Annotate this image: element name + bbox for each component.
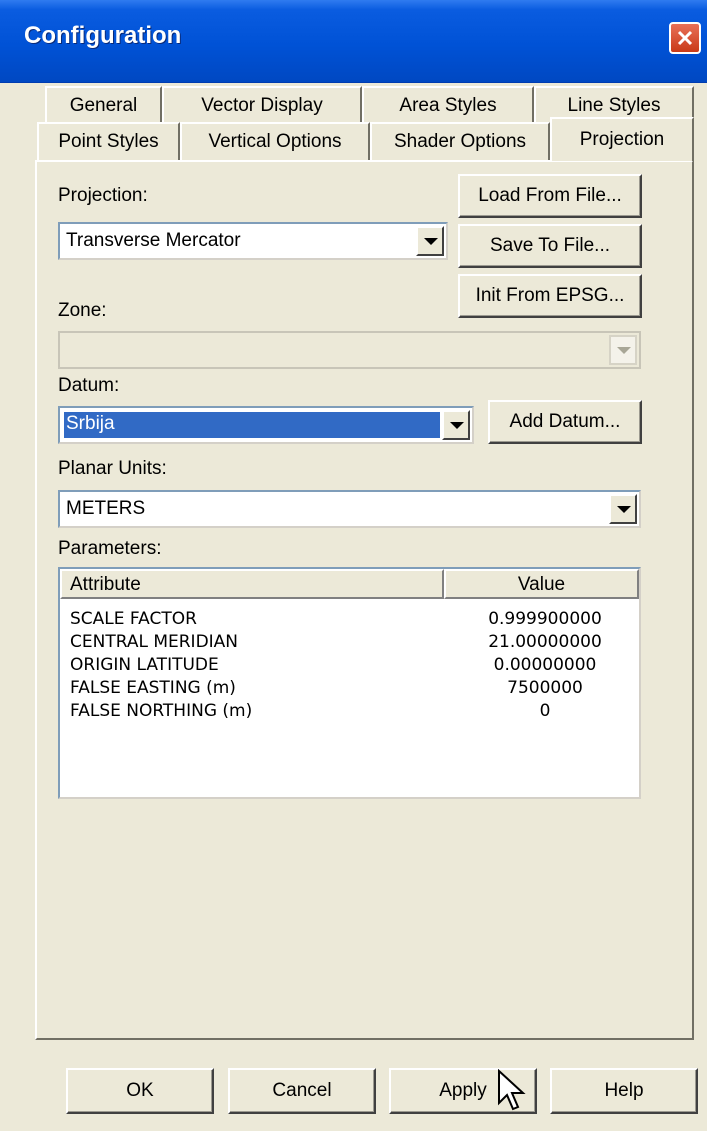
column-header-value[interactable]: Value <box>444 569 639 599</box>
tab-projection[interactable]: Projection <box>550 117 694 161</box>
projection-value: Transverse Mercator <box>66 230 241 251</box>
chevron-down-icon <box>609 335 637 365</box>
datum-label: Datum: <box>58 375 120 396</box>
planar-units-label: Planar Units: <box>58 458 167 479</box>
table-row[interactable]: SCALE FACTOR 0.999900000 <box>60 609 639 633</box>
datum-value: Srbija <box>66 413 115 434</box>
save-to-file-button[interactable]: Save To File... <box>458 224 642 268</box>
datum-selection-highlight: Srbija <box>64 412 440 438</box>
cancel-button[interactable]: Cancel <box>228 1068 376 1114</box>
projection-select[interactable]: Transverse Mercator <box>58 222 448 260</box>
chevron-down-icon[interactable] <box>442 410 470 440</box>
zone-select[interactable] <box>58 331 641 369</box>
help-button[interactable]: Help <box>550 1068 698 1114</box>
close-button[interactable] <box>669 22 701 54</box>
planar-units-select[interactable]: METERS <box>58 490 641 528</box>
parameters-label: Parameters: <box>58 538 162 559</box>
projection-label: Projection: <box>58 185 148 206</box>
table-row[interactable]: FALSE NORTHING (m) 0 <box>60 701 639 725</box>
zone-label: Zone: <box>58 300 107 321</box>
planar-units-value: METERS <box>66 498 146 519</box>
tab-vector-display[interactable]: Vector Display <box>162 86 362 124</box>
add-datum-button[interactable]: Add Datum... <box>488 400 642 444</box>
chevron-down-icon[interactable] <box>609 494 637 524</box>
datum-select[interactable]: Srbija <box>58 406 474 444</box>
column-header-attribute[interactable]: Attribute <box>60 569 444 599</box>
tab-point-styles[interactable]: Point Styles <box>37 122 180 160</box>
tab-shader-options[interactable]: Shader Options <box>370 122 550 160</box>
window-title: Configuration <box>24 22 182 49</box>
parameters-list[interactable]: Attribute Value SCALE FACTOR 0.999900000… <box>58 567 641 799</box>
table-row[interactable]: CENTRAL MERIDIAN 21.00000000 <box>60 632 639 656</box>
load-from-file-button[interactable]: Load From File... <box>458 174 642 218</box>
close-icon <box>677 30 693 46</box>
init-from-epsg-button[interactable]: Init From EPSG... <box>458 274 642 318</box>
tab-general[interactable]: General <box>45 86 162 124</box>
ok-button[interactable]: OK <box>66 1068 214 1114</box>
tab-area-styles[interactable]: Area Styles <box>362 86 534 124</box>
chevron-down-icon[interactable] <box>416 226 444 256</box>
title-bar: Configuration <box>0 0 707 83</box>
table-row[interactable]: ORIGIN LATITUDE 0.00000000 <box>60 655 639 679</box>
mouse-pointer-icon <box>498 1069 526 1111</box>
tab-vertical-options[interactable]: Vertical Options <box>180 122 370 160</box>
table-row[interactable]: FALSE EASTING (m) 7500000 <box>60 678 639 702</box>
